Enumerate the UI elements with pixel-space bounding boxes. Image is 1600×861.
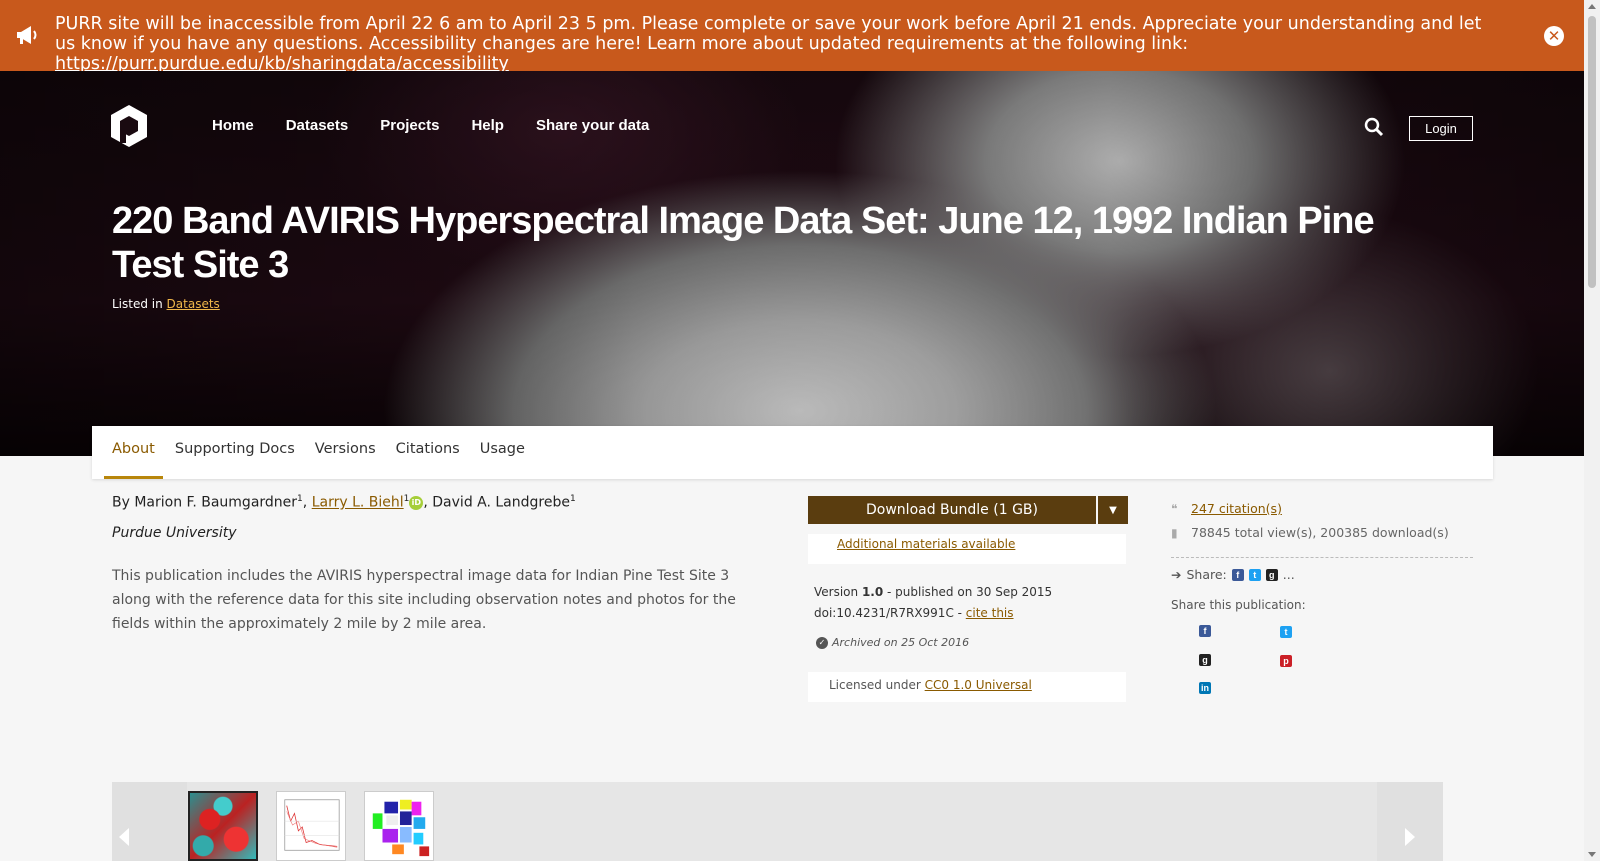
search-icon[interactable]	[1364, 117, 1384, 137]
quote-icon: ❝	[1171, 501, 1178, 516]
citations-link[interactable]: 247 citation(s)	[1191, 501, 1282, 516]
share-facebook-icon[interactable]: f	[1199, 625, 1211, 637]
scroll-down-icon[interactable]	[1588, 852, 1596, 857]
share-linkedin-icon[interactable]: in	[1199, 682, 1211, 694]
citations-metric: ❝ 247 citation(s)	[1171, 501, 1282, 516]
hero-section: Home Datasets Projects Help Share your d…	[0, 71, 1584, 456]
author-affil-3: 1	[569, 494, 576, 504]
page-scrollbar[interactable]	[1584, 0, 1600, 861]
doi-line: doi:10.4231/R7RX991C - cite this	[814, 603, 1052, 624]
share-publication-label: Share this publication:	[1171, 598, 1306, 612]
tab-usage[interactable]: Usage	[480, 426, 525, 479]
additional-materials: Additional materials available	[808, 534, 1126, 564]
download-bundle-button[interactable]: Download Bundle (1 GB)	[808, 496, 1096, 524]
author-landgrebe: David A. Landgrebe	[432, 494, 570, 511]
author-baumgardner: Marion F. Baumgardner	[134, 494, 298, 511]
abstract: This publication includes the AVIRIS hyp…	[112, 568, 736, 632]
announcement-text: PURR site will be inaccessible from Apri…	[55, 14, 1482, 54]
share-twitter-icon[interactable]: t	[1280, 626, 1292, 638]
version-prefix: Version	[814, 585, 862, 599]
share-pinterest-icon[interactable]: p	[1280, 655, 1292, 667]
chevron-left-icon[interactable]	[119, 828, 129, 846]
tab-supporting-docs[interactable]: Supporting Docs	[175, 426, 295, 479]
version-number: 1.0	[861, 585, 884, 599]
facebook-icon[interactable]: f	[1231, 568, 1244, 581]
scroll-up-icon[interactable]	[1588, 4, 1596, 9]
megaphone-icon	[17, 26, 37, 44]
additional-materials-link[interactable]: Additional materials available	[837, 537, 1015, 551]
share-google-plus-icon[interactable]: g	[1199, 654, 1211, 666]
chevron-right-icon[interactable]	[1405, 828, 1415, 846]
nav-help[interactable]: Help	[471, 117, 504, 134]
listed-in: Listed in Datasets	[112, 297, 220, 311]
purr-logo[interactable]	[110, 104, 148, 148]
version-line: Version 1.0 - published on 30 Sep 2015	[814, 582, 1052, 603]
image-gallery	[112, 782, 1443, 861]
published-date: - published on 30 Sep 2015	[883, 585, 1053, 599]
chevron-down-icon[interactable]: ▼	[1098, 496, 1128, 524]
license-link[interactable]: CC0 1.0 Universal	[925, 678, 1032, 692]
authors-prefix: By	[112, 494, 135, 511]
nav-projects[interactable]: Projects	[380, 117, 439, 134]
bar-chart-icon: ▮	[1171, 525, 1178, 540]
google-plus-icon[interactable]: g	[1265, 568, 1278, 581]
archived-info: ✓ Archived on 25 Oct 2016	[816, 636, 969, 649]
affiliation: Purdue University	[112, 525, 237, 541]
share-prefix: Share:	[1186, 567, 1227, 582]
announcement-banner: PURR site will be inaccessible from Apri…	[0, 0, 1584, 74]
login-button[interactable]: Login	[1409, 116, 1473, 141]
author-list: By Marion F. Baumgardner1, Larry L. Bieh…	[112, 494, 576, 511]
nav-home[interactable]: Home	[212, 117, 254, 134]
version-info: Version 1.0 - published on 30 Sep 2015 d…	[814, 582, 1052, 624]
arrow-right-icon: ➔	[1171, 567, 1182, 582]
share-row: ➔ Share: f t g...	[1171, 567, 1295, 582]
nav-share-your-data[interactable]: Share your data	[536, 117, 649, 134]
announcement-message: PURR site will be inaccessible from Apri…	[55, 14, 1495, 74]
tab-citations[interactable]: Citations	[396, 426, 460, 479]
metrics-divider	[1171, 557, 1473, 558]
listed-in-label: Listed in	[112, 297, 167, 311]
archived-text: Archived on 25 Oct 2016	[832, 636, 970, 649]
gallery-prev[interactable]	[112, 782, 187, 861]
tab-versions[interactable]: Versions	[315, 426, 376, 479]
gallery-thumb-1[interactable]	[188, 791, 258, 861]
scrollbar-thumb[interactable]	[1588, 16, 1596, 288]
nav-datasets[interactable]: Datasets	[286, 117, 349, 134]
share-more[interactable]: ...	[1283, 567, 1295, 582]
twitter-icon[interactable]: t	[1248, 568, 1261, 581]
close-icon[interactable]: ✕	[1544, 26, 1564, 46]
download-group: Download Bundle (1 GB) ▼	[808, 496, 1128, 524]
main-nav: Home Datasets Projects Help Share your d…	[212, 117, 681, 134]
gallery-thumb-3[interactable]	[364, 791, 434, 861]
license-prefix: Licensed under	[829, 678, 925, 692]
author-biehl-link[interactable]: Larry L. Biehl	[312, 495, 404, 511]
author-affil-1: 1	[297, 494, 303, 504]
check-circle-icon: ✓	[816, 636, 828, 649]
page-title: 220 Band AVIRIS Hyperspectral Image Data…	[112, 200, 1375, 286]
doi-text: doi:10.4231/R7RX991C -	[814, 606, 966, 620]
gallery-thumb-2[interactable]	[276, 791, 346, 861]
tab-about[interactable]: About	[104, 426, 163, 479]
cite-this-link[interactable]: cite this	[966, 606, 1014, 620]
usage-metric: ▮ 78845 total view(s), 200385 download(s…	[1171, 525, 1449, 540]
publication-tabs: About Supporting Docs Versions Citations…	[92, 426, 1493, 479]
gallery-next[interactable]	[1377, 782, 1443, 861]
listed-in-datasets-link[interactable]: Datasets	[167, 297, 220, 311]
views-downloads: 78845 total view(s), 200385 download(s)	[1191, 525, 1449, 540]
orcid-icon[interactable]: iD	[409, 495, 424, 510]
license-info: Licensed under CC0 1.0 Universal	[808, 672, 1126, 702]
